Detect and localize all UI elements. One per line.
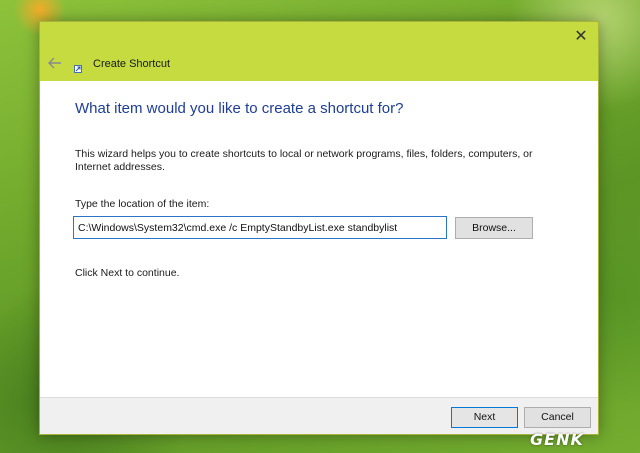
page-heading: What item would you like to create a sho…	[75, 100, 404, 117]
cancel-button[interactable]: Cancel	[524, 407, 591, 428]
back-arrow-icon	[48, 57, 61, 69]
wizard-description: This wizard helps you to create shortcut…	[75, 148, 533, 173]
genk-watermark-logo: GENK	[530, 430, 584, 449]
wizard-content: What item would you like to create a sho…	[40, 81, 598, 397]
create-shortcut-dialog: ✕ Create Shortcut What item would you li…	[39, 21, 599, 435]
close-button[interactable]: ✕	[572, 28, 590, 46]
continue-instruction: Click Next to continue.	[75, 267, 180, 279]
back-button[interactable]	[47, 56, 63, 70]
button-bar: Next Cancel	[40, 397, 598, 434]
next-button[interactable]: Next	[451, 407, 518, 428]
browse-button[interactable]: Browse...	[455, 217, 533, 239]
title-bar: ✕ Create Shortcut	[40, 22, 598, 81]
location-label: Type the location of the item:	[75, 198, 210, 210]
window-title: Create Shortcut	[93, 58, 171, 70]
shortcut-wizard-icon	[74, 60, 82, 73]
close-icon: ✕	[574, 28, 588, 45]
location-input[interactable]	[73, 216, 447, 239]
